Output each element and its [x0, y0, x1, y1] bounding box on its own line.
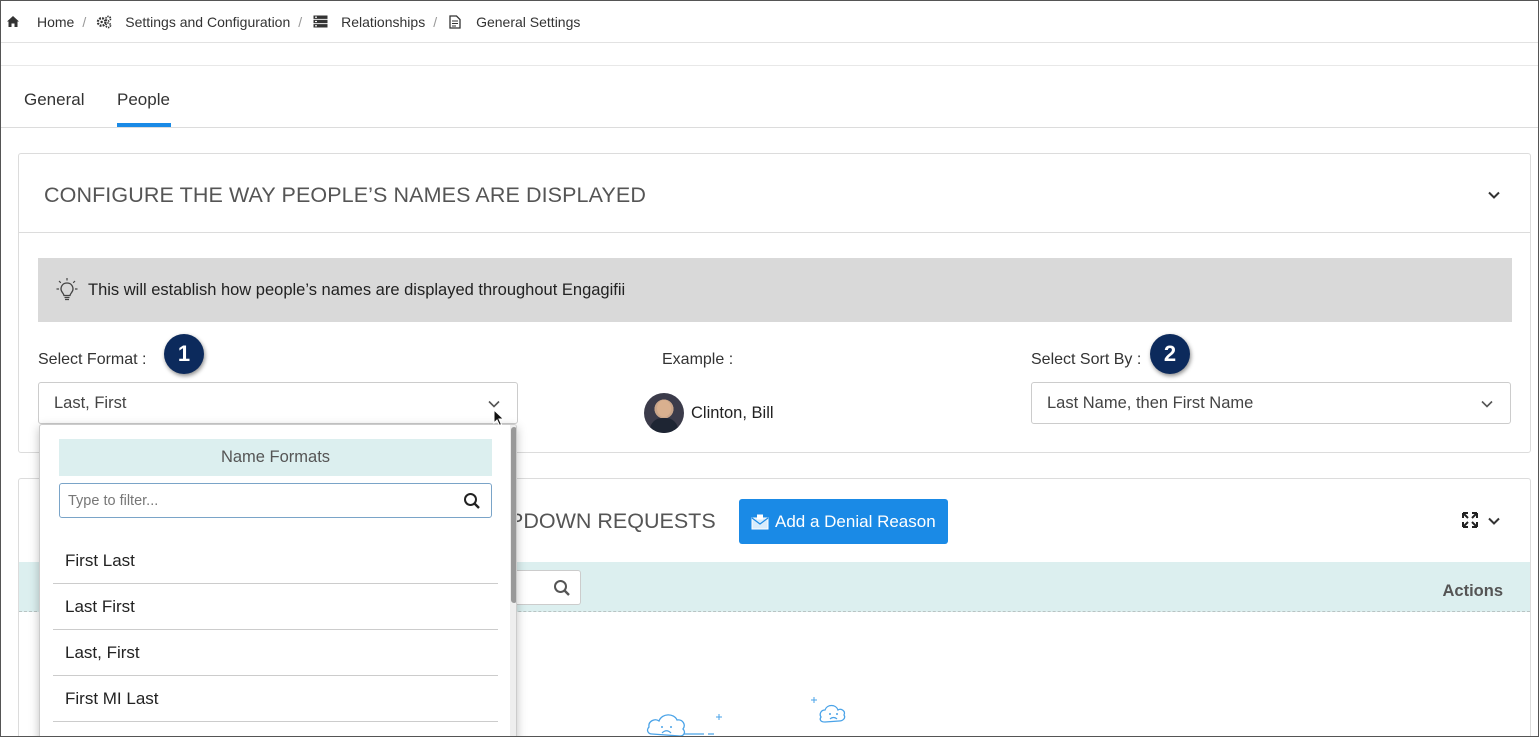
info-banner: This will establish how people’s names a…: [38, 258, 1512, 322]
breadcrumb-separator: /: [298, 13, 303, 30]
breadcrumb: Home / Settings and Configuration / Rela…: [1, 1, 1538, 43]
avatar: [644, 393, 684, 433]
card-header[interactable]: CONFIGURE THE WAY PEOPLE’S NAMES ARE DIS…: [19, 154, 1530, 233]
add-denial-reason-label: Add a Denial Reason: [775, 511, 936, 531]
name-config-card: CONFIGURE THE WAY PEOPLE’S NAMES ARE DIS…: [18, 153, 1531, 453]
breadcrumb-label: Settings and Configuration: [125, 13, 291, 30]
server-icon: [312, 15, 328, 29]
breadcrumb-home[interactable]: Home: [5, 14, 74, 30]
search-icon: [464, 493, 480, 509]
document-icon: [447, 14, 463, 29]
search-icon[interactable]: [553, 579, 571, 597]
dropdown-filter: [59, 483, 492, 518]
dropdown-scrollbar[interactable]: [510, 425, 516, 736]
tab-bar: General People: [1, 66, 1538, 128]
scrollbar-thumb[interactable]: [511, 427, 516, 603]
sort-select[interactable]: Last Name, then First Name: [1031, 382, 1511, 424]
format-select[interactable]: Last, First: [38, 382, 518, 424]
step-badge-1: 1: [164, 334, 204, 374]
format-select-value: Last, First: [54, 393, 127, 412]
example-name: Clinton, Bill: [691, 404, 774, 422]
breadcrumb-label: General Settings: [476, 13, 581, 30]
filter-input[interactable]: [60, 484, 491, 517]
breadcrumb-separator: /: [433, 13, 438, 30]
breadcrumb-label: Home: [37, 13, 75, 30]
info-text: This will establish how people’s names a…: [88, 280, 626, 299]
sort-select-value: Last Name, then First Name: [1047, 393, 1254, 412]
dropdown-option[interactable]: First Last: [53, 538, 498, 584]
expand-icon[interactable]: [1462, 512, 1478, 528]
breadcrumb-separator: /: [82, 13, 87, 30]
chevron-down-icon[interactable]: [1487, 188, 1501, 202]
chevron-down-icon[interactable]: [1487, 514, 1501, 528]
breadcrumb-settings[interactable]: Settings and Configuration: [96, 14, 290, 30]
breadcrumb-label: Relationships: [341, 13, 426, 30]
home-icon: [5, 15, 21, 29]
chevron-down-icon: [1481, 400, 1493, 408]
mouse-cursor-icon: [493, 409, 505, 427]
breadcrumb-general-settings: General Settings: [447, 14, 580, 30]
breadcrumb-relationships[interactable]: Relationships: [312, 14, 425, 30]
dropdown-header: Name Formats: [59, 439, 492, 476]
gears-icon: [96, 15, 112, 29]
actions-column-header: Actions: [1442, 582, 1503, 600]
step-badge-2: 2: [1150, 334, 1190, 374]
app-frame: Home / Settings and Configuration / Rela…: [0, 0, 1539, 737]
dropdown-option[interactable]: Last, First: [53, 630, 498, 676]
name-formats-dropdown: Name Formats First Last Last First Last,…: [39, 424, 517, 736]
dropdown-option[interactable]: First MI Last: [53, 676, 498, 722]
dropdown-option[interactable]: Last First: [53, 584, 498, 630]
active-tab-indicator: [117, 123, 171, 127]
tab-people[interactable]: People: [117, 90, 170, 110]
select-format-label: Select Format :: [38, 351, 147, 368]
card-title: CONFIGURE THE WAY PEOPLE’S NAMES ARE DIS…: [44, 183, 646, 207]
empty-state-illustration: [646, 697, 846, 736]
add-denial-reason-button[interactable]: Add a Denial Reason: [739, 499, 948, 544]
example-label: Example :: [662, 351, 734, 368]
tab-general[interactable]: General: [24, 90, 84, 110]
envelope-icon: [751, 514, 769, 529]
select-sort-label: Select Sort By :: [1031, 351, 1142, 368]
lightbulb-icon: [56, 278, 78, 301]
card-title: PDOWN REQUESTS: [509, 509, 716, 533]
